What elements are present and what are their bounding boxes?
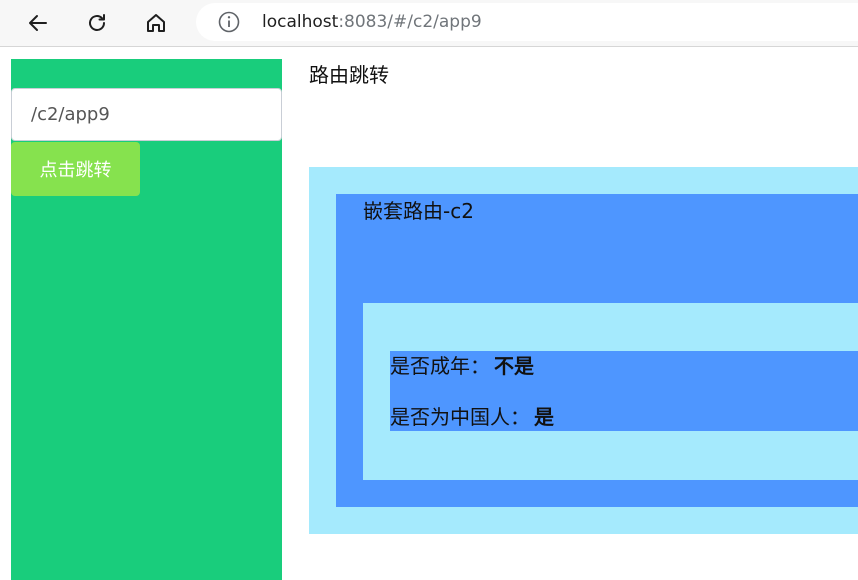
url-path: :8083/#/c2/app9 — [338, 12, 482, 32]
url-text[interactable]: localhost:8083/#/c2/app9 — [262, 12, 482, 32]
c2-title: 嵌套路由-c2 — [363, 199, 474, 223]
browser-toolbar: localhost:8083/#/c2/app9 — [0, 0, 858, 47]
reload-button[interactable] — [80, 6, 114, 40]
adult-label: 是否成年： — [390, 354, 490, 378]
home-button[interactable] — [139, 6, 173, 40]
back-button[interactable] — [21, 6, 55, 40]
reload-icon — [89, 14, 105, 31]
home-icon — [147, 14, 165, 32]
chinese-label: 是否为中国人： — [390, 405, 530, 429]
chinese-value: 是 — [534, 405, 554, 429]
chinese-row: 是否为中国人：是 — [390, 404, 554, 430]
adult-value: 不是 — [494, 354, 534, 378]
sidebar: 点击跳转 — [11, 59, 282, 580]
address-bar[interactable]: localhost:8083/#/c2/app9 — [196, 3, 858, 41]
back-arrow-icon — [29, 15, 47, 31]
page-title: 路由跳转 — [309, 63, 389, 87]
adult-row: 是否成年： 不是 — [390, 353, 534, 379]
jump-button[interactable]: 点击跳转 — [11, 142, 140, 196]
info-icon[interactable] — [218, 11, 240, 33]
route-path-input[interactable] — [11, 88, 282, 141]
url-host: localhost — [262, 12, 339, 32]
